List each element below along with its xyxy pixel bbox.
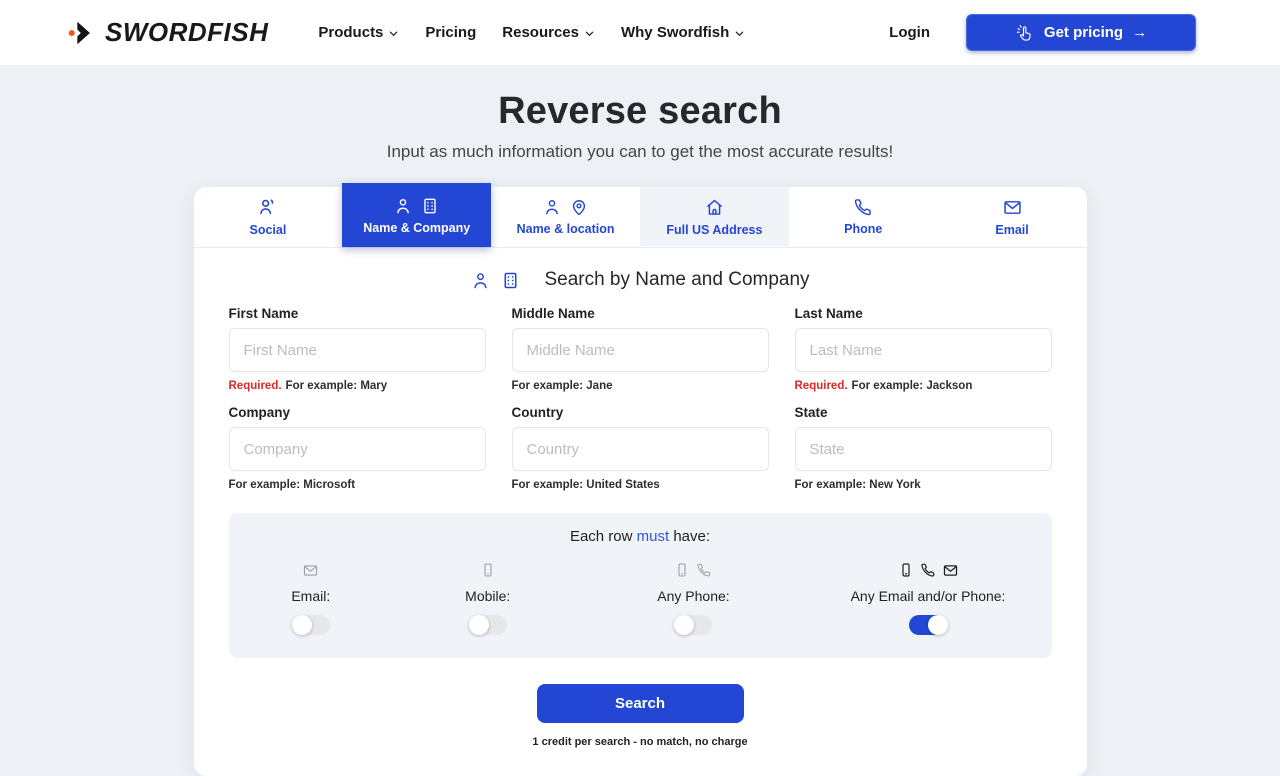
- envelope-icon: [1002, 197, 1023, 218]
- country-input[interactable]: [512, 427, 769, 471]
- phone-icon: [920, 562, 936, 578]
- nav-item-why-swordfish[interactable]: Why Swordfish: [621, 24, 745, 41]
- toggle-email[interactable]: [292, 615, 330, 635]
- nav-item-pricing[interactable]: Pricing: [425, 24, 476, 41]
- tab-name-company[interactable]: Name & Company: [342, 183, 491, 247]
- form-actions: Search 1 credit per search - no match, n…: [194, 658, 1087, 776]
- location-pin-icon: [569, 197, 589, 217]
- get-pricing-button[interactable]: Get pricing →: [966, 14, 1196, 51]
- navbar: SWORDFISH Products Pricing Resources Why…: [0, 0, 1280, 65]
- nav-item-products[interactable]: Products: [318, 24, 399, 41]
- option-any-email-or-phone: Any Email and/or Phone:: [805, 561, 1052, 635]
- last-name-input[interactable]: [795, 328, 1052, 372]
- smartphone-icon: [674, 562, 690, 578]
- chevron-down-icon: [388, 28, 399, 39]
- smartphone-icon: [480, 562, 496, 578]
- option-mobile: Mobile:: [393, 561, 582, 635]
- required-flag: Required.: [229, 380, 282, 392]
- field-first-name: First Name Required.For example: Mary: [229, 293, 486, 392]
- hero: Reverse search Input as much information…: [0, 65, 1280, 162]
- field-middle-name: Middle Name For example: Jane: [512, 293, 769, 392]
- phone-icon: [853, 197, 873, 217]
- person-icon: [470, 270, 491, 291]
- arrow-right-icon: →: [1132, 24, 1147, 41]
- field-company: Company For example: Microsoft: [229, 392, 486, 491]
- state-input[interactable]: [795, 427, 1052, 471]
- toggle-mobile[interactable]: [469, 615, 507, 635]
- tab-social[interactable]: Social: [194, 187, 343, 246]
- field-country: Country For example: United States: [512, 392, 769, 491]
- smartphone-icon: [898, 562, 914, 578]
- chevron-down-icon: [734, 28, 745, 39]
- search-button[interactable]: Search: [537, 684, 744, 723]
- search-form: First Name Required.For example: Mary Mi…: [194, 293, 1087, 491]
- tab-email[interactable]: Email: [938, 187, 1087, 246]
- page-title: Reverse search: [0, 90, 1280, 133]
- credit-note: 1 credit per search - no match, no charg…: [194, 736, 1087, 748]
- swordfish-logo-icon: [68, 19, 96, 47]
- search-tabs: Social Name & Company: [194, 187, 1087, 248]
- get-pricing-label: Get pricing: [1044, 24, 1123, 41]
- search-card: Social Name & Company: [194, 187, 1087, 776]
- option-any-phone: Any Phone:: [582, 561, 804, 635]
- phone-icon: [696, 562, 712, 578]
- envelope-icon: [942, 562, 959, 579]
- row-requirements-box: Each row must have: Email: Mobile:: [229, 513, 1052, 658]
- tab-name-location[interactable]: Name & location: [491, 187, 640, 246]
- swordfish-logo[interactable]: SWORDFISH: [68, 17, 268, 48]
- requirements-title: Each row must have:: [229, 528, 1052, 545]
- middle-name-input[interactable]: [512, 328, 769, 372]
- field-state: State For example: New York: [795, 392, 1052, 491]
- users-icon: [256, 196, 279, 218]
- tab-full-us-address[interactable]: Full US Address: [640, 187, 789, 246]
- form-heading: Search by Name and Company: [194, 248, 1087, 293]
- toggle-any-phone[interactable]: [674, 615, 712, 635]
- option-email: Email:: [229, 561, 394, 635]
- building-icon: [420, 196, 440, 216]
- page-subtitle: Input as much information you can to get…: [0, 142, 1280, 162]
- main-nav: Products Pricing Resources Why Swordfish: [318, 24, 745, 41]
- nav-item-resources[interactable]: Resources: [502, 24, 595, 41]
- person-icon: [393, 196, 413, 216]
- tab-phone[interactable]: Phone: [789, 187, 938, 246]
- login-link[interactable]: Login: [889, 24, 930, 41]
- first-name-input[interactable]: [229, 328, 486, 372]
- field-last-name: Last Name Required.For example: Jackson: [795, 293, 1052, 392]
- person-icon: [542, 197, 562, 217]
- form-heading-title: Search by Name and Company: [544, 269, 809, 291]
- logo-text: SWORDFISH: [105, 17, 268, 48]
- company-input[interactable]: [229, 427, 486, 471]
- building-icon: [500, 270, 521, 291]
- envelope-icon: [302, 562, 319, 579]
- home-icon: [704, 197, 725, 218]
- click-hand-icon: [1015, 23, 1035, 43]
- required-flag: Required.: [795, 380, 848, 392]
- toggle-any-email-or-phone[interactable]: [909, 615, 947, 635]
- chevron-down-icon: [584, 28, 595, 39]
